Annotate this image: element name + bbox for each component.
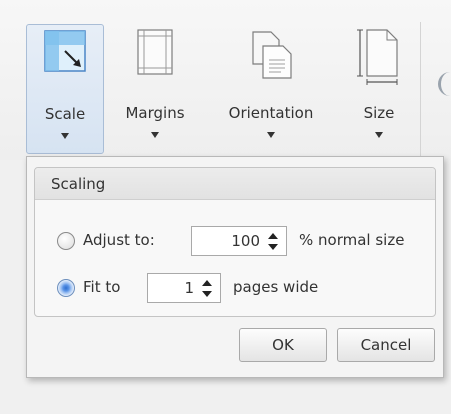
orientation-button[interactable]: Orientation [206, 24, 336, 154]
fit-to-value: 1 [184, 279, 194, 297]
orientation-label: Orientation [228, 104, 314, 122]
adjust-to-radio[interactable] [57, 232, 75, 250]
chevron-down-icon [375, 132, 383, 138]
size-icon [357, 28, 401, 90]
chevron-down-icon [61, 133, 69, 139]
next-ribbon-button-edge [438, 72, 451, 96]
chevron-down-icon [151, 132, 159, 138]
adjust-to-label: Adjust to: [83, 231, 155, 249]
spin-up-icon[interactable] [268, 233, 278, 239]
scaling-group-title: Scaling [35, 168, 435, 200]
scaling-dropdown: Scaling Adjust to: 100 % normal size Fit… [26, 156, 444, 378]
adjust-to-value: 100 [231, 232, 260, 250]
chevron-down-icon [267, 132, 275, 138]
margins-label: Margins [125, 104, 185, 122]
scale-label: Scale [44, 105, 86, 123]
margins-icon [135, 28, 175, 80]
spin-down-icon[interactable] [202, 291, 212, 297]
cancel-button[interactable]: Cancel [337, 328, 435, 362]
ribbon-bar: Scale Margins Orientation Size [0, 0, 451, 160]
adjust-to-suffix: % normal size [299, 231, 405, 249]
adjust-to-stepper[interactable]: 100 [191, 226, 287, 256]
size-label: Size [363, 104, 395, 122]
spin-down-icon[interactable] [268, 244, 278, 250]
page-root: Scale Margins Orientation Size Scaling A… [0, 0, 451, 414]
scaling-group: Scaling Adjust to: 100 % normal size Fit… [34, 167, 436, 317]
spin-up-icon[interactable] [202, 280, 212, 286]
size-button[interactable]: Size [344, 24, 414, 154]
scale-icon [43, 29, 87, 77]
margins-button[interactable]: Margins [112, 24, 198, 154]
orientation-icon [247, 28, 295, 84]
fit-to-radio[interactable] [57, 279, 75, 297]
fit-to-label: Fit to [83, 278, 121, 296]
ribbon-divider [420, 22, 421, 157]
fit-to-stepper[interactable]: 1 [147, 273, 221, 303]
fit-to-suffix: pages wide [233, 278, 319, 296]
scale-button[interactable]: Scale [26, 24, 104, 154]
ok-button[interactable]: OK [239, 328, 327, 362]
